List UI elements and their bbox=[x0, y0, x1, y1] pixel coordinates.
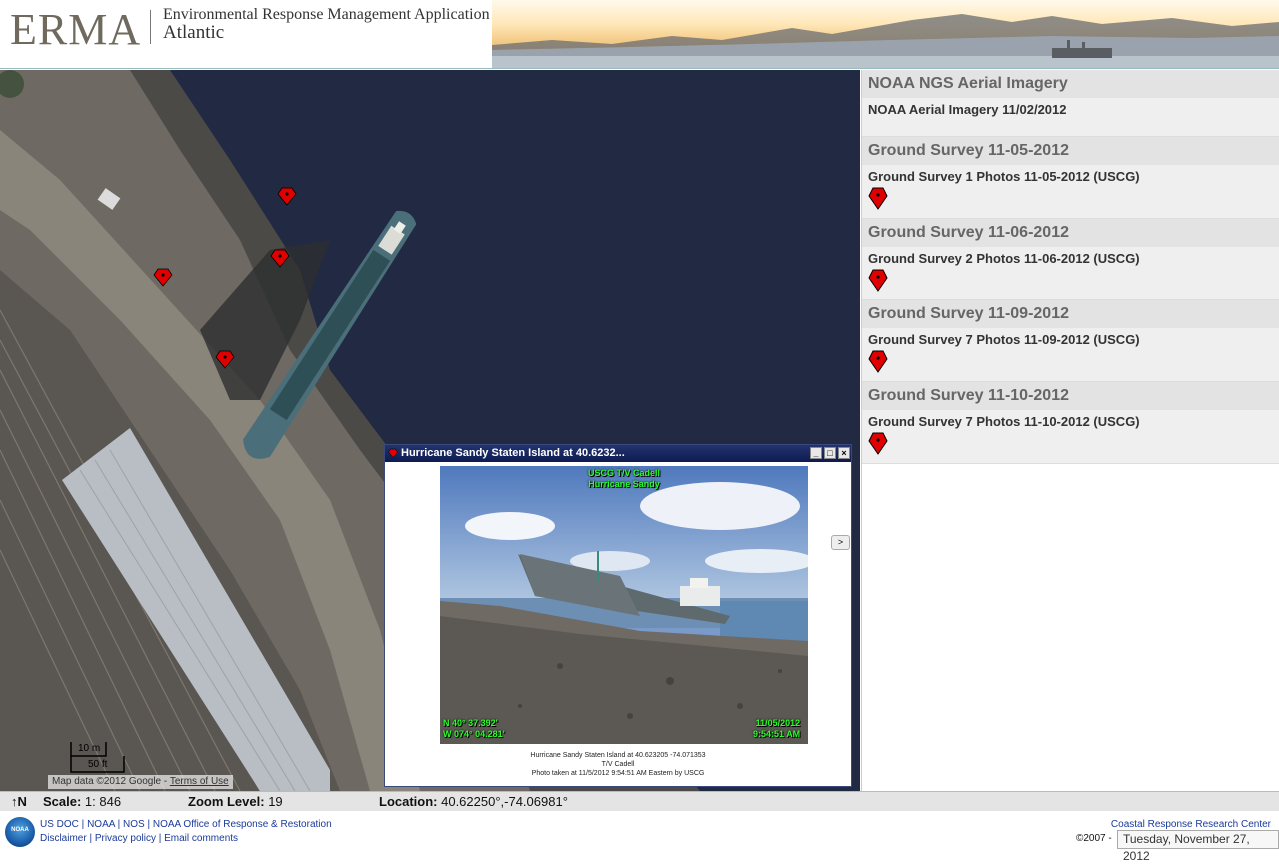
photo-marker[interactable] bbox=[277, 186, 297, 206]
photo-marker[interactable] bbox=[153, 267, 173, 287]
marker-icon[interactable] bbox=[868, 431, 888, 455]
photo-caption: Hurricane Sandy Staten Island at 40.6232… bbox=[385, 751, 851, 778]
layer-item-label: Ground Survey 7 Photos 11-09-2012 (USCG) bbox=[868, 332, 1140, 347]
app-header: ERMA Environmental Response Management A… bbox=[0, 0, 1279, 69]
logo-divider bbox=[150, 10, 151, 44]
group-title[interactable]: Ground Survey 11-10-2012 bbox=[862, 382, 1279, 410]
scale-readout: Scale: 1: 846 bbox=[43, 792, 121, 812]
layer-group-survey-1106: Ground Survey 11-06-2012 Ground Survey 2… bbox=[862, 219, 1279, 300]
minimize-button[interactable]: _ bbox=[810, 447, 822, 459]
marker-icon bbox=[388, 448, 398, 458]
header-banner-image bbox=[492, 0, 1279, 68]
link-crrc[interactable]: Coastal Response Research Center bbox=[1111, 819, 1271, 830]
layer-item-label: Ground Survey 1 Photos 11-05-2012 (USCG) bbox=[868, 169, 1140, 184]
zoom-value: 19 bbox=[264, 794, 283, 809]
erma-logo[interactable]: ERMA bbox=[10, 4, 141, 55]
page-footer: NOAA US DOC | NOAA | NOS | NOAA Office o… bbox=[0, 811, 1279, 863]
group-title[interactable]: NOAA NGS Aerial Imagery bbox=[862, 70, 1279, 98]
copyright-text: ©2007 - bbox=[1076, 833, 1112, 844]
attribution-text: Map data ©2012 Google - bbox=[52, 776, 170, 787]
layer-group-survey-1105: Ground Survey 11-05-2012 Ground Survey 1… bbox=[862, 137, 1279, 219]
current-date: Tuesday, November 27, 2012 bbox=[1117, 830, 1279, 863]
overlay-date: 11/05/2012 bbox=[755, 718, 801, 728]
layer-item[interactable]: Ground Survey 1 Photos 11-05-2012 (USCG) bbox=[862, 165, 1279, 210]
link-privacy-policy[interactable]: Privacy policy bbox=[95, 833, 156, 844]
scale-metric: 10 m bbox=[78, 743, 101, 754]
marker-icon[interactable] bbox=[868, 349, 888, 373]
overlay-lat: N 40° 37.392' bbox=[443, 718, 498, 728]
layer-item-label: Ground Survey 2 Photos 11-06-2012 (USCG) bbox=[868, 251, 1140, 266]
scale-label: Scale: bbox=[43, 794, 82, 809]
layer-item[interactable]: Ground Survey 7 Photos 11-09-2012 (USCG) bbox=[862, 328, 1279, 373]
zoom-readout: Zoom Level: 19 bbox=[188, 792, 283, 812]
photo-overlay-timestamp: 11/05/2012 9:54:51 AM bbox=[753, 718, 800, 740]
overlay-time: 9:54:51 AM bbox=[753, 729, 801, 739]
photo-popup: Hurricane Sandy Staten Island at 40.6232… bbox=[384, 444, 852, 787]
photo-overlay-coords: N 40° 37.392' W 074° 04.281' bbox=[443, 718, 505, 740]
map-status-bar: ↑N Scale: 1: 846 Zoom Level: 19 Location… bbox=[0, 791, 1279, 811]
footer-links-policy: Disclaimer | Privacy policy | Email comm… bbox=[40, 833, 239, 844]
caption-taken: Photo taken at 11/5/2012 9:54:51 AM East… bbox=[531, 770, 705, 777]
scale-imperial: 50 ft bbox=[88, 759, 108, 770]
noaa-logo[interactable]: NOAA bbox=[5, 817, 35, 847]
survey-photo[interactable]: USCG T/V Cadell Hurricane Sandy N 40° 37… bbox=[440, 466, 808, 744]
layer-group-survey-1109: Ground Survey 11-09-2012 Ground Survey 7… bbox=[862, 300, 1279, 382]
location-label: Location: bbox=[379, 794, 438, 809]
link-office-response-restoration[interactable]: NOAA Office of Response & Restoration bbox=[153, 819, 332, 830]
layer-item[interactable]: Ground Survey 7 Photos 11-10-2012 (USCG) bbox=[862, 410, 1279, 455]
popup-titlebar[interactable]: Hurricane Sandy Staten Island at 40.6232… bbox=[385, 445, 851, 462]
terms-of-use-link[interactable]: Terms of Use bbox=[170, 776, 229, 787]
layer-group-aerial: NOAA NGS Aerial Imagery NOAA Aerial Imag… bbox=[862, 70, 1279, 137]
layer-sidebar: NOAA NGS Aerial Imagery NOAA Aerial Imag… bbox=[861, 70, 1279, 791]
popup-title: Hurricane Sandy Staten Island at 40.6232… bbox=[401, 447, 625, 459]
group-title[interactable]: Ground Survey 11-09-2012 bbox=[862, 300, 1279, 328]
location-readout: Location: 40.62250°,-74.06981° bbox=[379, 792, 568, 812]
overlay-lon: W 074° 04.281' bbox=[443, 729, 505, 739]
marker-icon[interactable] bbox=[868, 186, 888, 210]
photo-marker[interactable] bbox=[215, 349, 235, 369]
caption-vessel: T/V Cadell bbox=[601, 761, 635, 768]
overlay-vessel: USCG T/V Cadell bbox=[588, 468, 661, 478]
layer-group-survey-1110: Ground Survey 11-10-2012 Ground Survey 7… bbox=[862, 382, 1279, 464]
scale-value: 1: 846 bbox=[81, 794, 122, 809]
zoom-label: Zoom Level: bbox=[188, 794, 265, 809]
photo-overlay-vessel: USCG T/V Cadell Hurricane Sandy bbox=[588, 468, 660, 490]
link-nos[interactable]: NOS bbox=[123, 819, 145, 830]
map-attribution: Map data ©2012 Google - Terms of Use bbox=[48, 775, 233, 789]
layer-item-label: Ground Survey 7 Photos 11-10-2012 (USCG) bbox=[868, 414, 1140, 429]
group-title[interactable]: Ground Survey 11-05-2012 bbox=[862, 137, 1279, 165]
link-email-comments[interactable]: Email comments bbox=[164, 833, 238, 844]
marker-icon[interactable] bbox=[868, 268, 888, 292]
overlay-event: Hurricane Sandy bbox=[588, 479, 660, 489]
maximize-button[interactable]: □ bbox=[824, 447, 836, 459]
noaa-logo-text: NOAA bbox=[11, 827, 29, 833]
group-title[interactable]: Ground Survey 11-06-2012 bbox=[862, 219, 1279, 247]
app-region: Atlantic bbox=[163, 22, 225, 43]
next-photo-button[interactable]: > bbox=[831, 535, 850, 550]
footer-links-agencies: US DOC | NOAA | NOS | NOAA Office of Res… bbox=[40, 819, 332, 830]
photo-marker[interactable] bbox=[270, 248, 290, 268]
caption-location: Hurricane Sandy Staten Island at 40.6232… bbox=[530, 752, 706, 759]
close-button[interactable]: × bbox=[838, 447, 850, 459]
link-us-doc[interactable]: US DOC bbox=[40, 819, 79, 830]
link-disclaimer[interactable]: Disclaimer bbox=[40, 833, 87, 844]
location-value: 40.62250°,-74.06981° bbox=[437, 794, 568, 809]
layer-item[interactable]: NOAA Aerial Imagery 11/02/2012 bbox=[862, 98, 1279, 117]
layer-item[interactable]: Ground Survey 2 Photos 11-06-2012 (USCG) bbox=[862, 247, 1279, 292]
link-noaa[interactable]: NOAA bbox=[87, 819, 115, 830]
north-arrow-icon: ↑N bbox=[11, 794, 27, 809]
